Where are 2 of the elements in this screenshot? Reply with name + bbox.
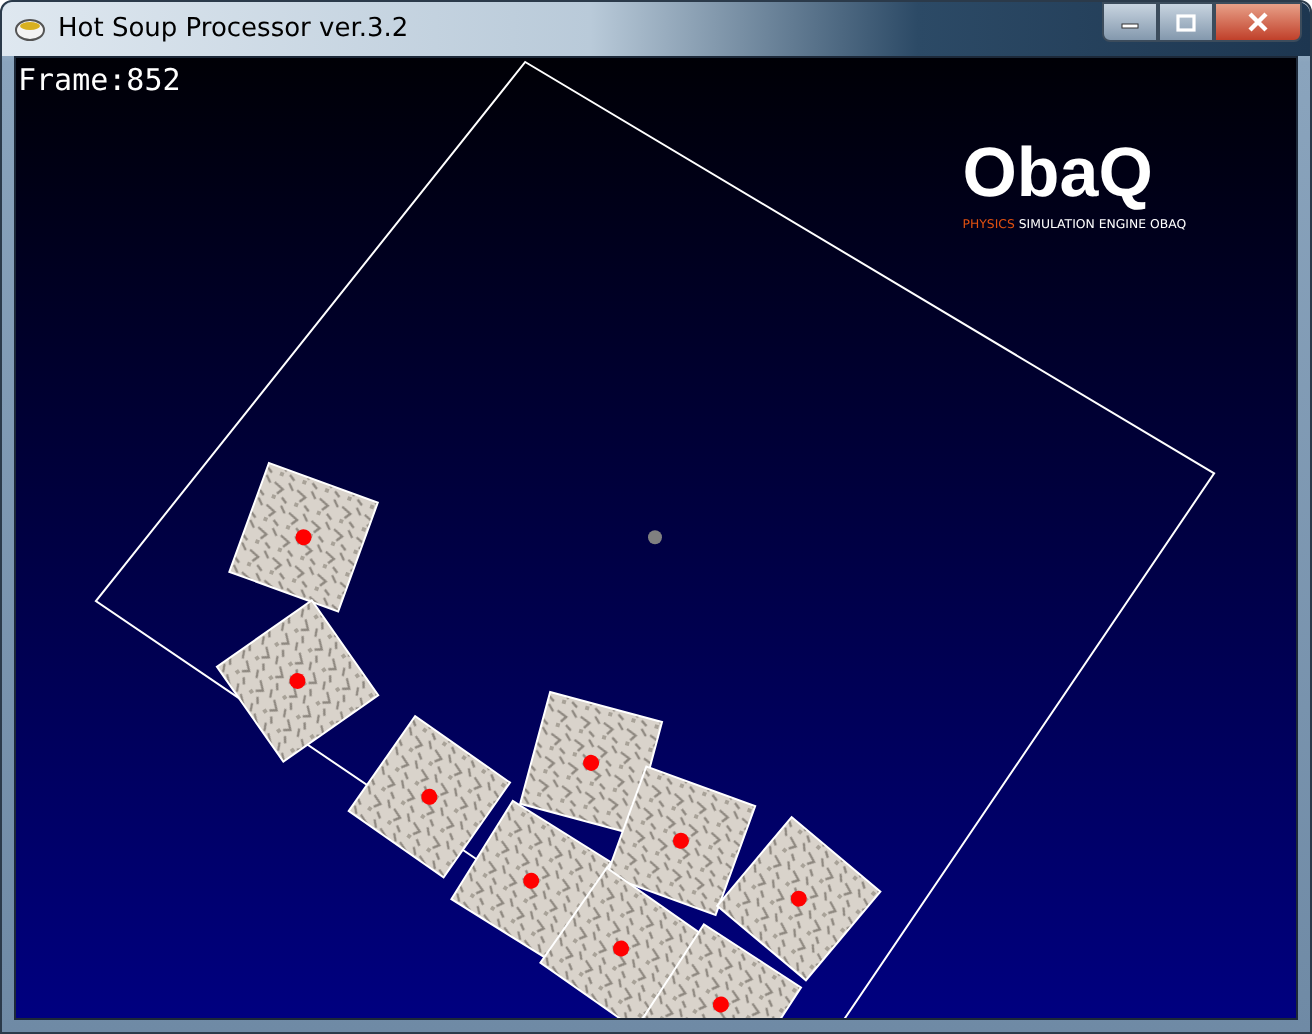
window-title: Hot Soup Processor ver.3.2 <box>58 13 411 44</box>
frame-counter: Frame:852 <box>18 61 181 98</box>
